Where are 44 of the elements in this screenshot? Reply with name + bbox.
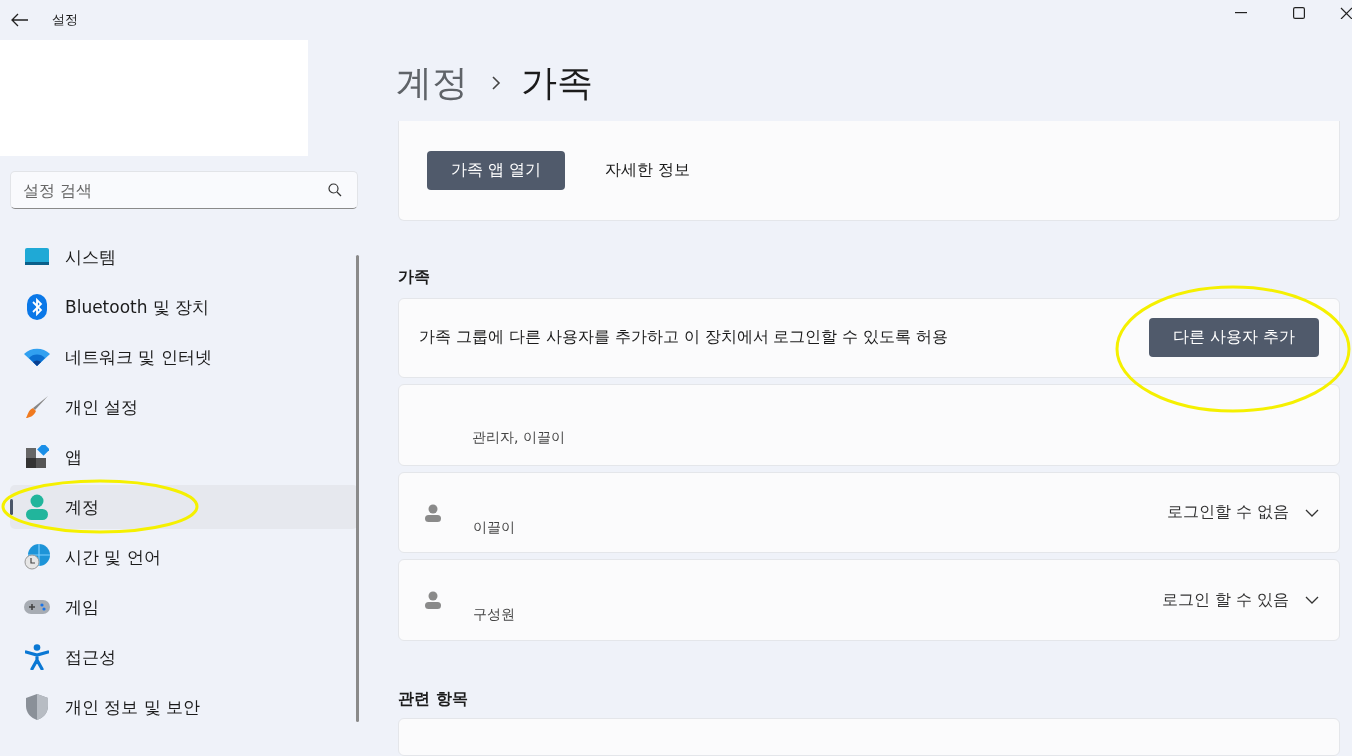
avatar-icon [425, 591, 441, 610]
scrollbar[interactable] [356, 255, 359, 722]
info-link[interactable]: 자세한 정보 [605, 160, 691, 182]
accessibility-icon [25, 644, 49, 670]
page-title: 가족 [521, 60, 593, 105]
sidebar-item[interactable]: 개인 설정 [10, 385, 358, 429]
back-icon[interactable] [11, 13, 29, 27]
monitor-icon [25, 247, 49, 267]
family-member-row[interactable]: 구성원 로그인 할 수 있음 [398, 559, 1340, 641]
open-family-app-button[interactable]: 가족 앱 열기 [427, 151, 566, 191]
member-role: 구성원 [473, 606, 516, 625]
search-field[interactable]: 설정 검색 [10, 171, 358, 209]
chevron-down-icon[interactable] [1305, 596, 1319, 605]
sidebar-item[interactable]: 접근성 [10, 635, 358, 679]
selection-indicator [10, 499, 13, 515]
avatar-icon [425, 503, 441, 522]
breadcrumb-link[interactable]: 계정 [396, 58, 468, 108]
add-user-button[interactable]: 다른 사용자 추가 [1148, 318, 1319, 358]
add-user-description: 가족 그룹에 다른 사용자를 추가하고 이 장치에서 로그인할 수 있도록 허용 [419, 327, 949, 349]
sidebar-item[interactable]: 시스템 [10, 235, 358, 279]
shield-icon [26, 694, 48, 720]
wifi-icon [24, 348, 50, 366]
sidebar-item[interactable]: 앱 [10, 435, 358, 479]
sign-in-status: 로그인할 수 없음 [1166, 502, 1289, 524]
search-icon [328, 183, 342, 197]
window-title: 설정 [52, 11, 78, 29]
member-role: 이끌이 [473, 518, 516, 537]
sidebar-item[interactable]: 계정 [10, 485, 358, 529]
chevron-right-icon [492, 76, 501, 91]
sign-in-status: 로그인 할 수 있음 [1161, 589, 1289, 611]
section-title: 가족 [398, 266, 431, 288]
member-role: 관리자, 이끌이 [472, 429, 565, 447]
person-icon [26, 494, 48, 520]
bluetooth-icon [27, 294, 47, 320]
maximize-icon[interactable] [1293, 7, 1305, 19]
close-icon[interactable] [1340, 7, 1352, 19]
gamepad-icon [24, 598, 50, 616]
globe-clock-icon [24, 544, 50, 570]
minimize-icon[interactable] [1235, 12, 1247, 14]
chevron-down-icon[interactable] [1305, 508, 1319, 517]
family-member-row[interactable]: 이끌이 로그인할 수 없음 [398, 471, 1340, 554]
paintbrush-icon [25, 395, 49, 419]
apps-icon [25, 445, 49, 469]
section-title: 관련 항목 [398, 688, 469, 710]
